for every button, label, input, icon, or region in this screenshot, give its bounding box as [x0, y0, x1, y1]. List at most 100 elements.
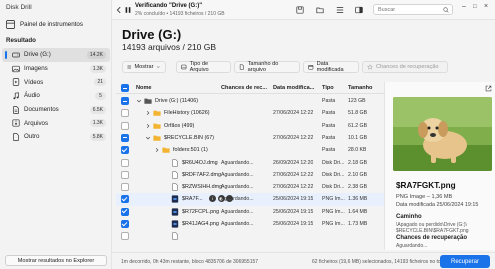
dashboard-link[interactable]: Painel de instrumentos — [6, 20, 83, 29]
recovery-chance: Aguardando... — [221, 208, 254, 215]
search-input[interactable] — [378, 6, 438, 13]
row-checkbox[interactable] — [121, 183, 129, 192]
table-row[interactable]: $RA7F... i ◉… Aguardando... 25/06/2024 19:15… — [116, 193, 384, 206]
chevron-right-icon[interactable] — [145, 123, 151, 129]
show-in-explorer-button[interactable]: Mostrar resultados no Explorer — [5, 255, 107, 266]
table-row[interactable]: Drive (G:) (11406) Pasta 123 GB — [116, 95, 384, 107]
table-row[interactable]: $R72FCPL.png Aguardando... 25/06/2024 19:1… — [116, 206, 384, 218]
chevron-right-icon[interactable] — [145, 110, 151, 116]
table-row[interactable] — [116, 230, 384, 242]
sidebar-items: Drive (G:) 14.2K Imagens 1.3K Vídeos 21 … — [2, 48, 110, 144]
row-checkbox[interactable] — [121, 109, 129, 118]
file-icon — [172, 171, 178, 179]
chevron-right-icon[interactable] — [154, 147, 160, 153]
table-header: Nome Chances de rec... Data modifica... … — [116, 82, 384, 94]
table-row[interactable]: $RDF7AF2.dmg Aguardando... 27/06/2024 12:2… — [116, 169, 384, 181]
sidebar-item-audio[interactable]: Áudio 5 — [2, 89, 110, 103]
folder-icon — [153, 135, 161, 141]
image-file-icon — [171, 208, 179, 216]
chevron-down-icon[interactable] — [136, 98, 142, 104]
row-checkbox[interactable] — [121, 220, 129, 228]
column-size[interactable]: Tamanho — [348, 85, 372, 91]
sidebar-item-label: Imagens — [24, 65, 48, 73]
table-row[interactable]: $R41JAG4.png Aguardando... 25/06/2024 19:1… — [116, 218, 384, 230]
folder-view-button[interactable] — [316, 6, 324, 14]
table-row[interactable]: $RZWSIHH.dmg Aguardando... 27/06/2024 12:2… — [116, 181, 384, 193]
save-session-button[interactable] — [296, 6, 304, 14]
chevron-down-icon[interactable] — [145, 135, 151, 141]
row-checkbox[interactable] — [121, 121, 129, 130]
scan-subtitle: 2% concluído • 14193 ficheiros / 210 GB — [135, 11, 225, 17]
section-label: Resultado — [6, 37, 36, 44]
sidebar-item-images[interactable]: Imagens 1.3K — [2, 62, 110, 76]
preview-file-name: $RA7FGKT.png — [396, 181, 456, 190]
row-checkbox[interactable] — [121, 195, 129, 204]
row-checkbox[interactable] — [121, 207, 129, 216]
file-type-filter[interactable]: Tipo de Arquivo — [176, 61, 231, 73]
pause-button[interactable] — [124, 6, 132, 14]
list-icon — [127, 65, 132, 69]
sidebar-item-documents[interactable]: Documentos 6.5K — [2, 103, 110, 117]
show-dropdown[interactable]: Mostrar — [122, 61, 166, 73]
status-bar: 1m decorrido, 0h 43m restante, bloco 483… — [112, 252, 495, 269]
file-name: $RECYCLE.BIN (67) — [164, 134, 215, 141]
file-type: PNG Im... — [322, 221, 345, 227]
select-all-checkbox[interactable] — [121, 84, 129, 92]
show-label: Mostrar — [134, 64, 154, 70]
count-badge: 1.3K — [89, 119, 106, 128]
column-name[interactable]: Nome — [136, 85, 152, 91]
table-row[interactable]: folders:501 (1) Pasta 28.0 KB — [116, 144, 384, 156]
sidebar-item-archives[interactable]: Arquivos 1.3K — [2, 116, 110, 130]
recovery-chances-label: Chances de recuperação — [376, 64, 439, 70]
row-checkbox[interactable] — [121, 146, 129, 155]
column-date-modified[interactable]: Data modifica... — [273, 85, 314, 91]
document-icon — [239, 64, 244, 70]
count-badge: 5.8K — [89, 132, 106, 141]
path-heading: Caminho — [396, 214, 422, 220]
back-button[interactable] — [115, 6, 123, 14]
page-title: Drive (G:) — [122, 27, 182, 42]
table-row[interactable]: Órfãos (499) Pasta 61.2 GB — [116, 120, 384, 132]
minimize-button[interactable]: – — [462, 3, 466, 10]
path-text: \Apagado ou perdido\Drive (G:)\ $RECYCLE… — [396, 222, 469, 235]
file-name: Drive (G:) (11406) — [155, 98, 199, 104]
table-row[interactable]: $RECYCLE.BIN (67) 27/06/2024 12:22 Pasta 10… — [116, 132, 384, 144]
info-icon[interactable]: i — [209, 195, 216, 203]
search-box[interactable] — [373, 4, 453, 15]
maximize-button[interactable]: □ — [473, 4, 477, 10]
row-checkbox[interactable] — [121, 232, 129, 241]
file-name: $RZWSIHH.dmg — [182, 184, 223, 191]
sidebar-item-drive[interactable]: Drive (G:) 14.2K — [2, 48, 110, 62]
row-checkbox[interactable] — [121, 170, 129, 179]
file-size: 61.2 GB — [348, 122, 368, 129]
preview-pane-button[interactable] — [355, 6, 363, 14]
row-checkbox[interactable] — [121, 133, 129, 142]
file-type: PNG Im... — [322, 196, 345, 203]
row-checkbox[interactable] — [121, 97, 129, 105]
table-row[interactable]: FileHistory (10626) 27/06/2024 12:22 Pasta… — [116, 107, 384, 119]
file-size: 123 GB — [348, 98, 366, 104]
image-icon — [181, 64, 187, 70]
row-checkbox[interactable] — [121, 158, 129, 167]
open-external-icon[interactable] — [485, 85, 492, 92]
file-name: $R72FCPL.png — [182, 208, 220, 215]
filter-bar: Mostrar Tipo de Arquivo Tamanho do arqui… — [122, 61, 495, 73]
close-button[interactable]: × — [484, 3, 488, 10]
file-size: 2.38 GB — [348, 184, 368, 191]
file-type: Pasta — [322, 110, 336, 117]
file-name: folders:501 (1) — [173, 147, 208, 154]
save-icon — [296, 6, 304, 14]
column-recovery-chances[interactable]: Chances de rec... — [221, 85, 267, 91]
list-view-button[interactable] — [336, 6, 344, 14]
video-icon — [11, 78, 21, 86]
column-type[interactable]: Tipo — [322, 85, 334, 91]
file-size-filter[interactable]: Tamanho do arquivo — [234, 61, 300, 73]
sidebar-item-other[interactable]: Outro 5.8K — [2, 130, 110, 144]
table-row[interactable]: $R6U4OJ.dmg Aguardando... 26/09/2024 12:20… — [116, 157, 384, 169]
sidebar-item-videos[interactable]: Vídeos 21 — [2, 75, 110, 89]
file-icon — [172, 232, 178, 240]
recovery-chance: Aguardando... — [221, 171, 254, 178]
date-modified-filter[interactable]: Data modificada — [303, 61, 359, 73]
recovery-chances-filter[interactable]: Chances de recuperação — [362, 61, 448, 73]
recover-button[interactable]: Recuperar — [440, 255, 490, 268]
